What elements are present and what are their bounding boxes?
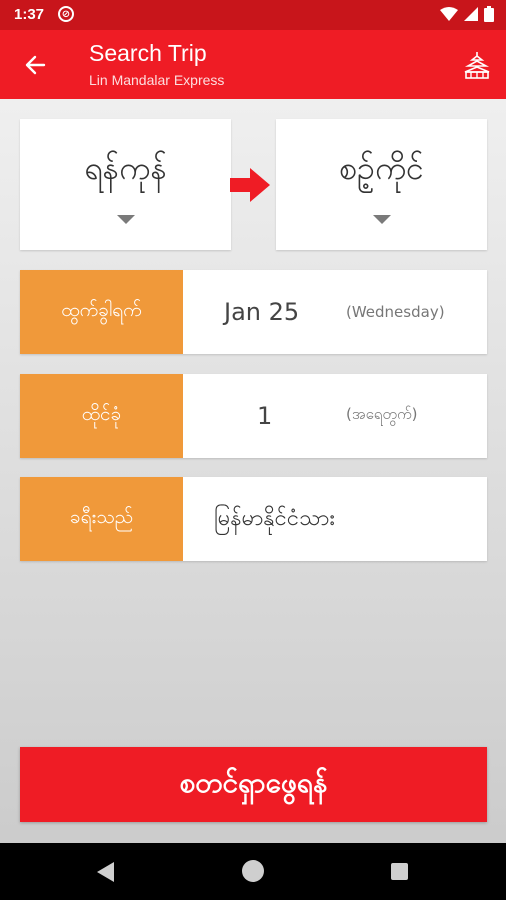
date-weekday: (Wednesday) [346, 303, 445, 321]
chevron-down-icon [116, 215, 135, 224]
origin-selector[interactable]: ရန်ကုန် [20, 119, 231, 250]
arrow-left-icon [25, 55, 46, 75]
navigation-bar [0, 843, 506, 900]
wifi-icon [440, 7, 458, 21]
destination-city: စဥ့်ကိုင် [339, 149, 424, 187]
status-bar: 1:37 ⊘ [0, 0, 506, 30]
status-time: 1:37 [14, 6, 45, 23]
arrow-right-icon [230, 166, 272, 208]
nav-home-icon[interactable] [242, 860, 264, 882]
nav-back-icon[interactable] [97, 862, 114, 882]
back-button[interactable] [18, 48, 52, 82]
notification-icon: ⊘ [58, 6, 74, 22]
status-indicators [440, 6, 494, 22]
signal-icon [464, 7, 478, 21]
battery-icon [484, 6, 494, 22]
page-subtitle: Lin Mandalar Express [89, 72, 225, 88]
page-title: Search Trip [89, 40, 207, 66]
nav-recents-icon[interactable] [391, 863, 408, 880]
seats-row[interactable]: ထိုင်ခုံ 1 (အရေတွက်) [20, 374, 487, 458]
seats-note: (အရေတွက်) [346, 405, 418, 423]
traveler-value: မြန်မာနိုင်ငံသား [214, 505, 335, 531]
app-bar: Search Trip Lin Mandalar Express [0, 30, 506, 99]
traveler-label: ခရီးသည် [20, 477, 183, 561]
date-label: ထွက်ခွါရက် [20, 270, 183, 354]
origin-city: ရန်ကုန် [84, 149, 167, 187]
seats-label: ထိုင်ခုံ [20, 374, 183, 458]
date-row[interactable]: ထွက်ခွါရက် Jan 25 (Wednesday) [20, 270, 487, 354]
traveler-row[interactable]: ခရီးသည် မြန်မာနိုင်ငံသား [20, 477, 487, 561]
date-value: Jan 25 [224, 298, 300, 326]
seats-value: 1 [257, 402, 273, 430]
pagoda-icon[interactable] [462, 50, 492, 84]
chevron-down-icon [372, 215, 391, 224]
destination-selector[interactable]: စဥ့်ကိုင် [276, 119, 487, 250]
search-button[interactable]: စတင်ရှာဖွေရန် [20, 747, 487, 822]
